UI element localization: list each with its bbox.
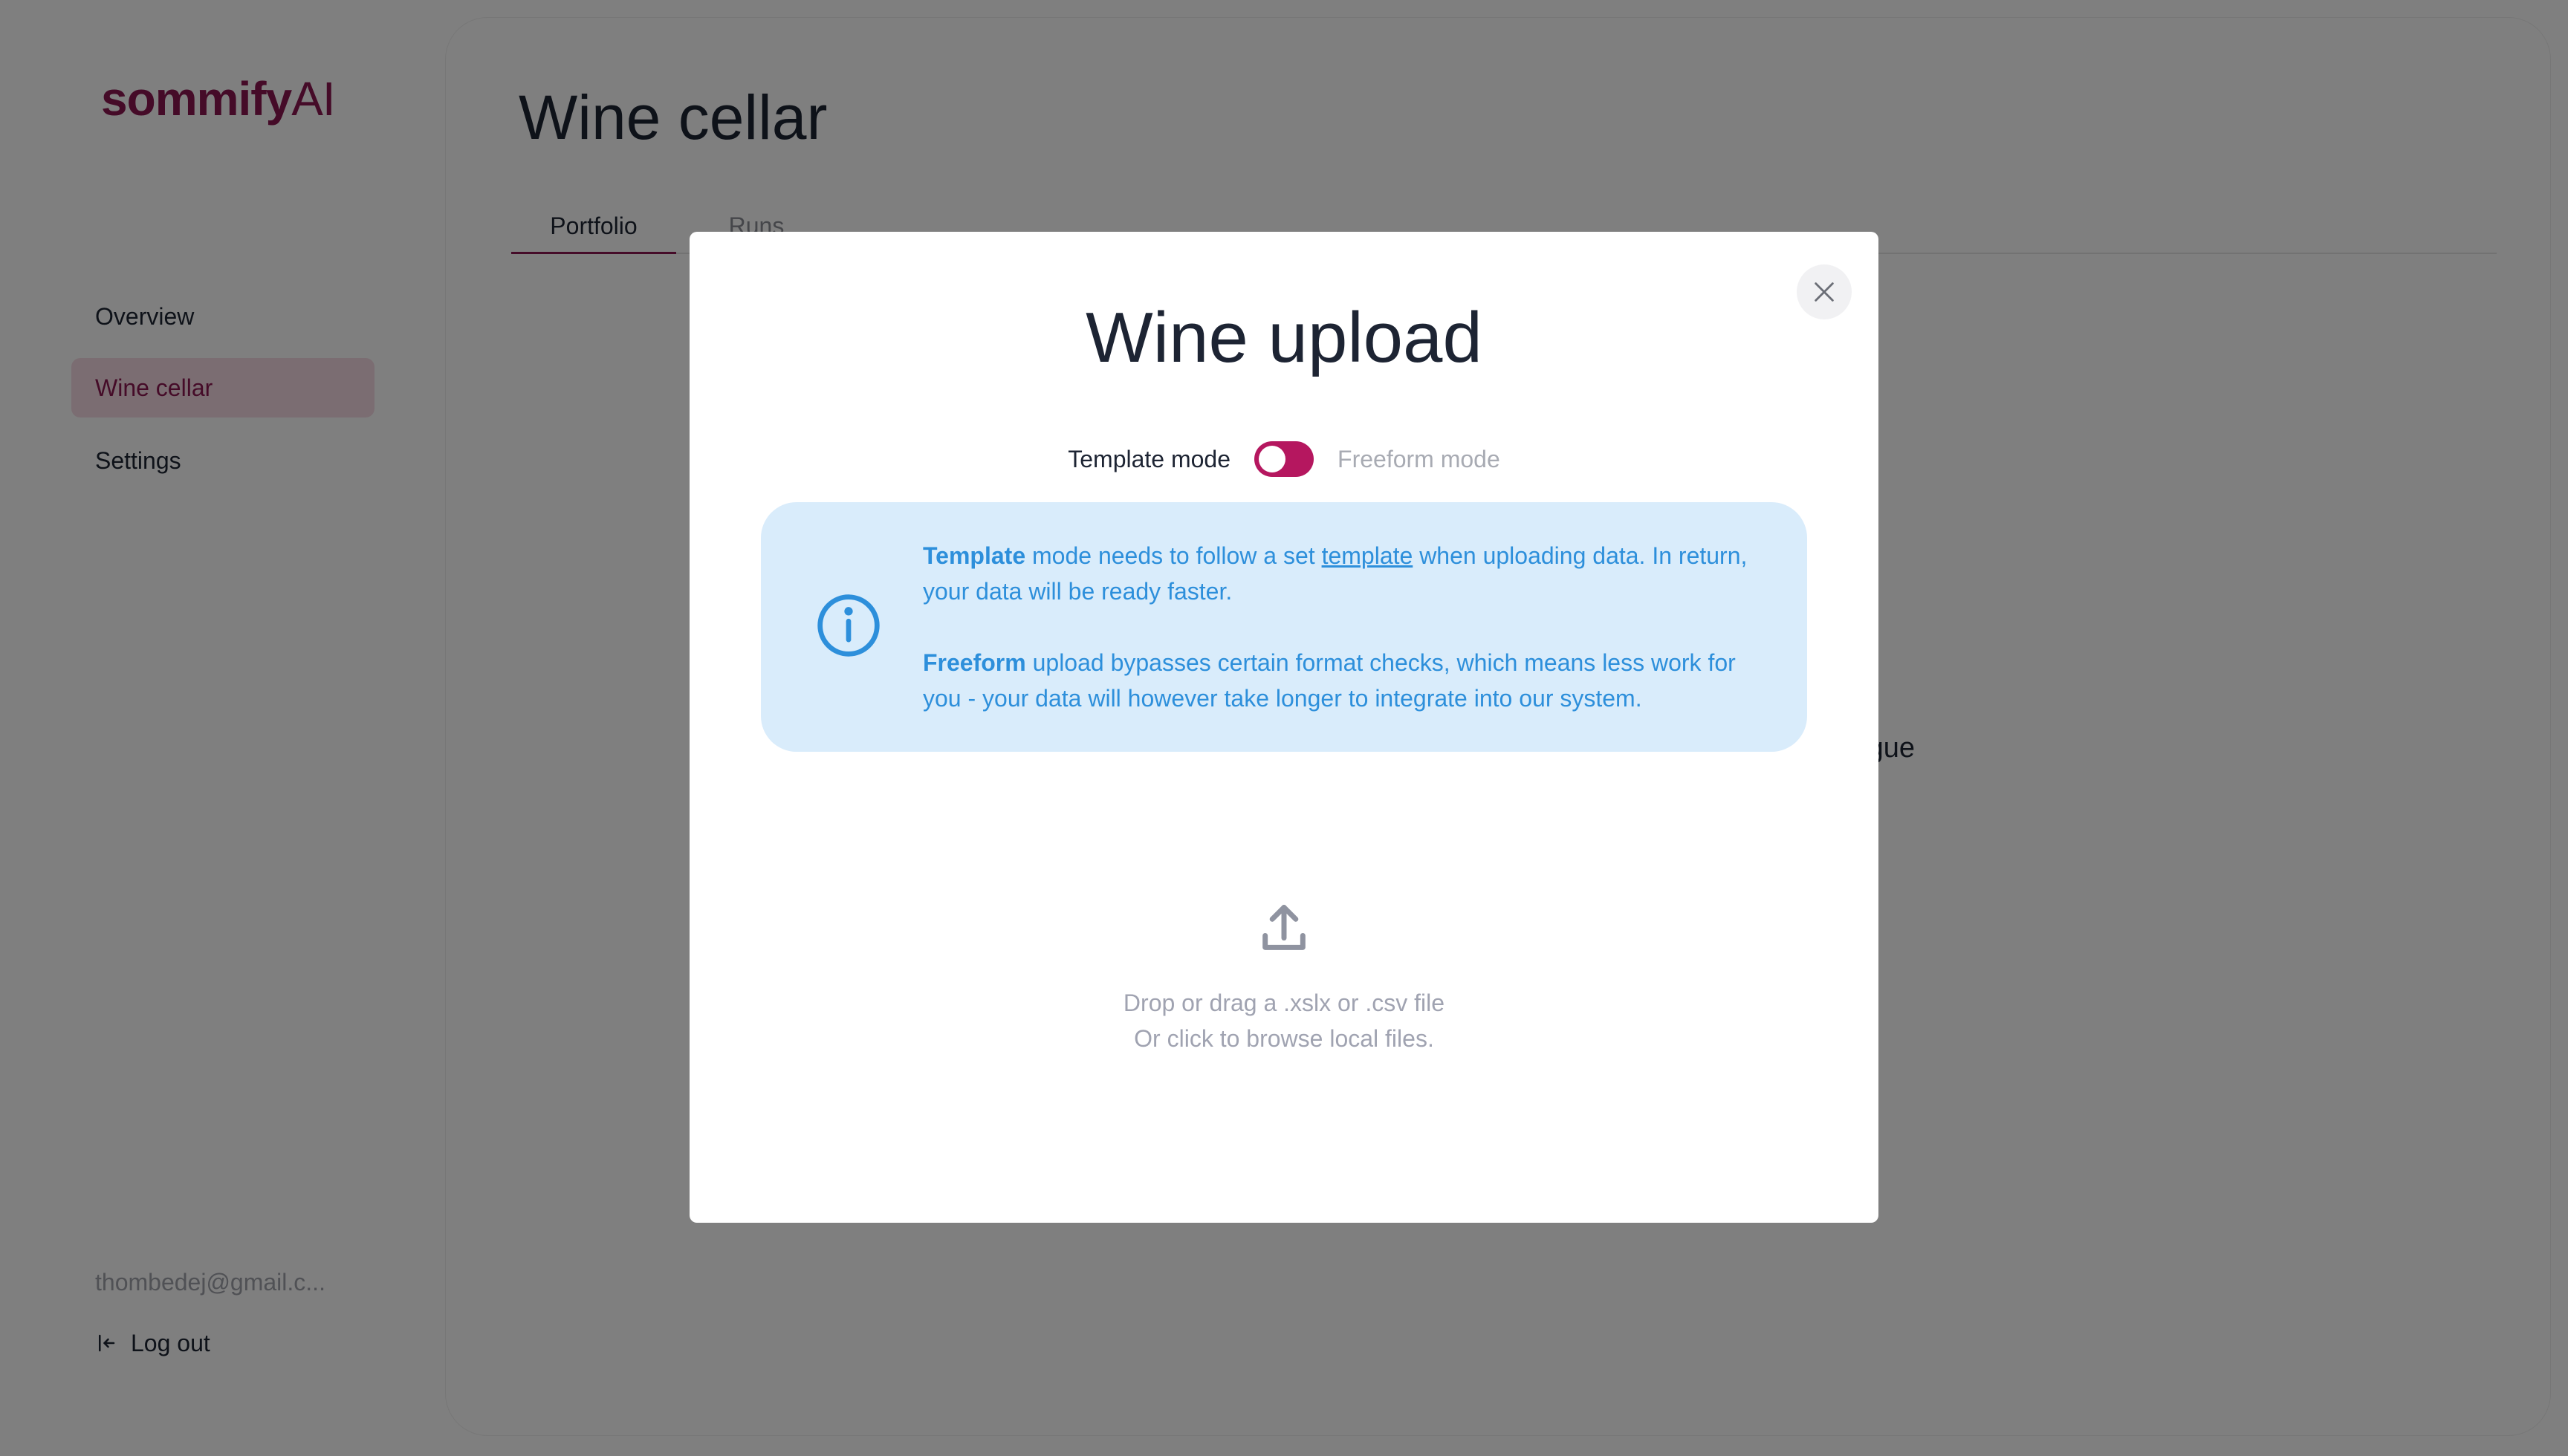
mode-toggle-row: Template mode Freeform mode bbox=[690, 437, 1878, 481]
dropzone-line-1: Drop or drag a .xslx or .csv file bbox=[1123, 989, 1445, 1016]
modal-title: Wine upload bbox=[1086, 298, 1482, 377]
info-icon bbox=[817, 594, 880, 657]
template-bold: Template bbox=[923, 542, 1026, 569]
info-text: Template mode needs to follow a set temp… bbox=[923, 538, 1770, 716]
template-link[interactable]: template bbox=[1322, 542, 1413, 569]
freeform-text: upload bypasses certain format checks, w… bbox=[923, 649, 1736, 712]
template-description: Template mode needs to follow a set temp… bbox=[923, 538, 1770, 609]
dropzone-line-2: Or click to browse local files. bbox=[1134, 1025, 1434, 1052]
info-callout: Template mode needs to follow a set temp… bbox=[761, 502, 1807, 752]
template-text-1: mode needs to follow a set bbox=[1025, 542, 1322, 569]
file-dropzone[interactable]: Drop or drag a .xslx or .csv file Or cli… bbox=[761, 796, 1807, 1168]
freeform-description: Freeform upload bypasses certain format … bbox=[923, 645, 1770, 716]
template-mode-label[interactable]: Template mode bbox=[1068, 446, 1230, 473]
upload-icon bbox=[1262, 905, 1306, 950]
freeform-mode-label[interactable]: Freeform mode bbox=[1338, 446, 1500, 473]
mode-toggle-switch[interactable] bbox=[1254, 441, 1314, 477]
freeform-bold: Freeform bbox=[923, 649, 1026, 676]
toggle-knob bbox=[1259, 446, 1286, 472]
wine-upload-modal: Wine upload Template mode Freeform mode … bbox=[690, 232, 1878, 1223]
